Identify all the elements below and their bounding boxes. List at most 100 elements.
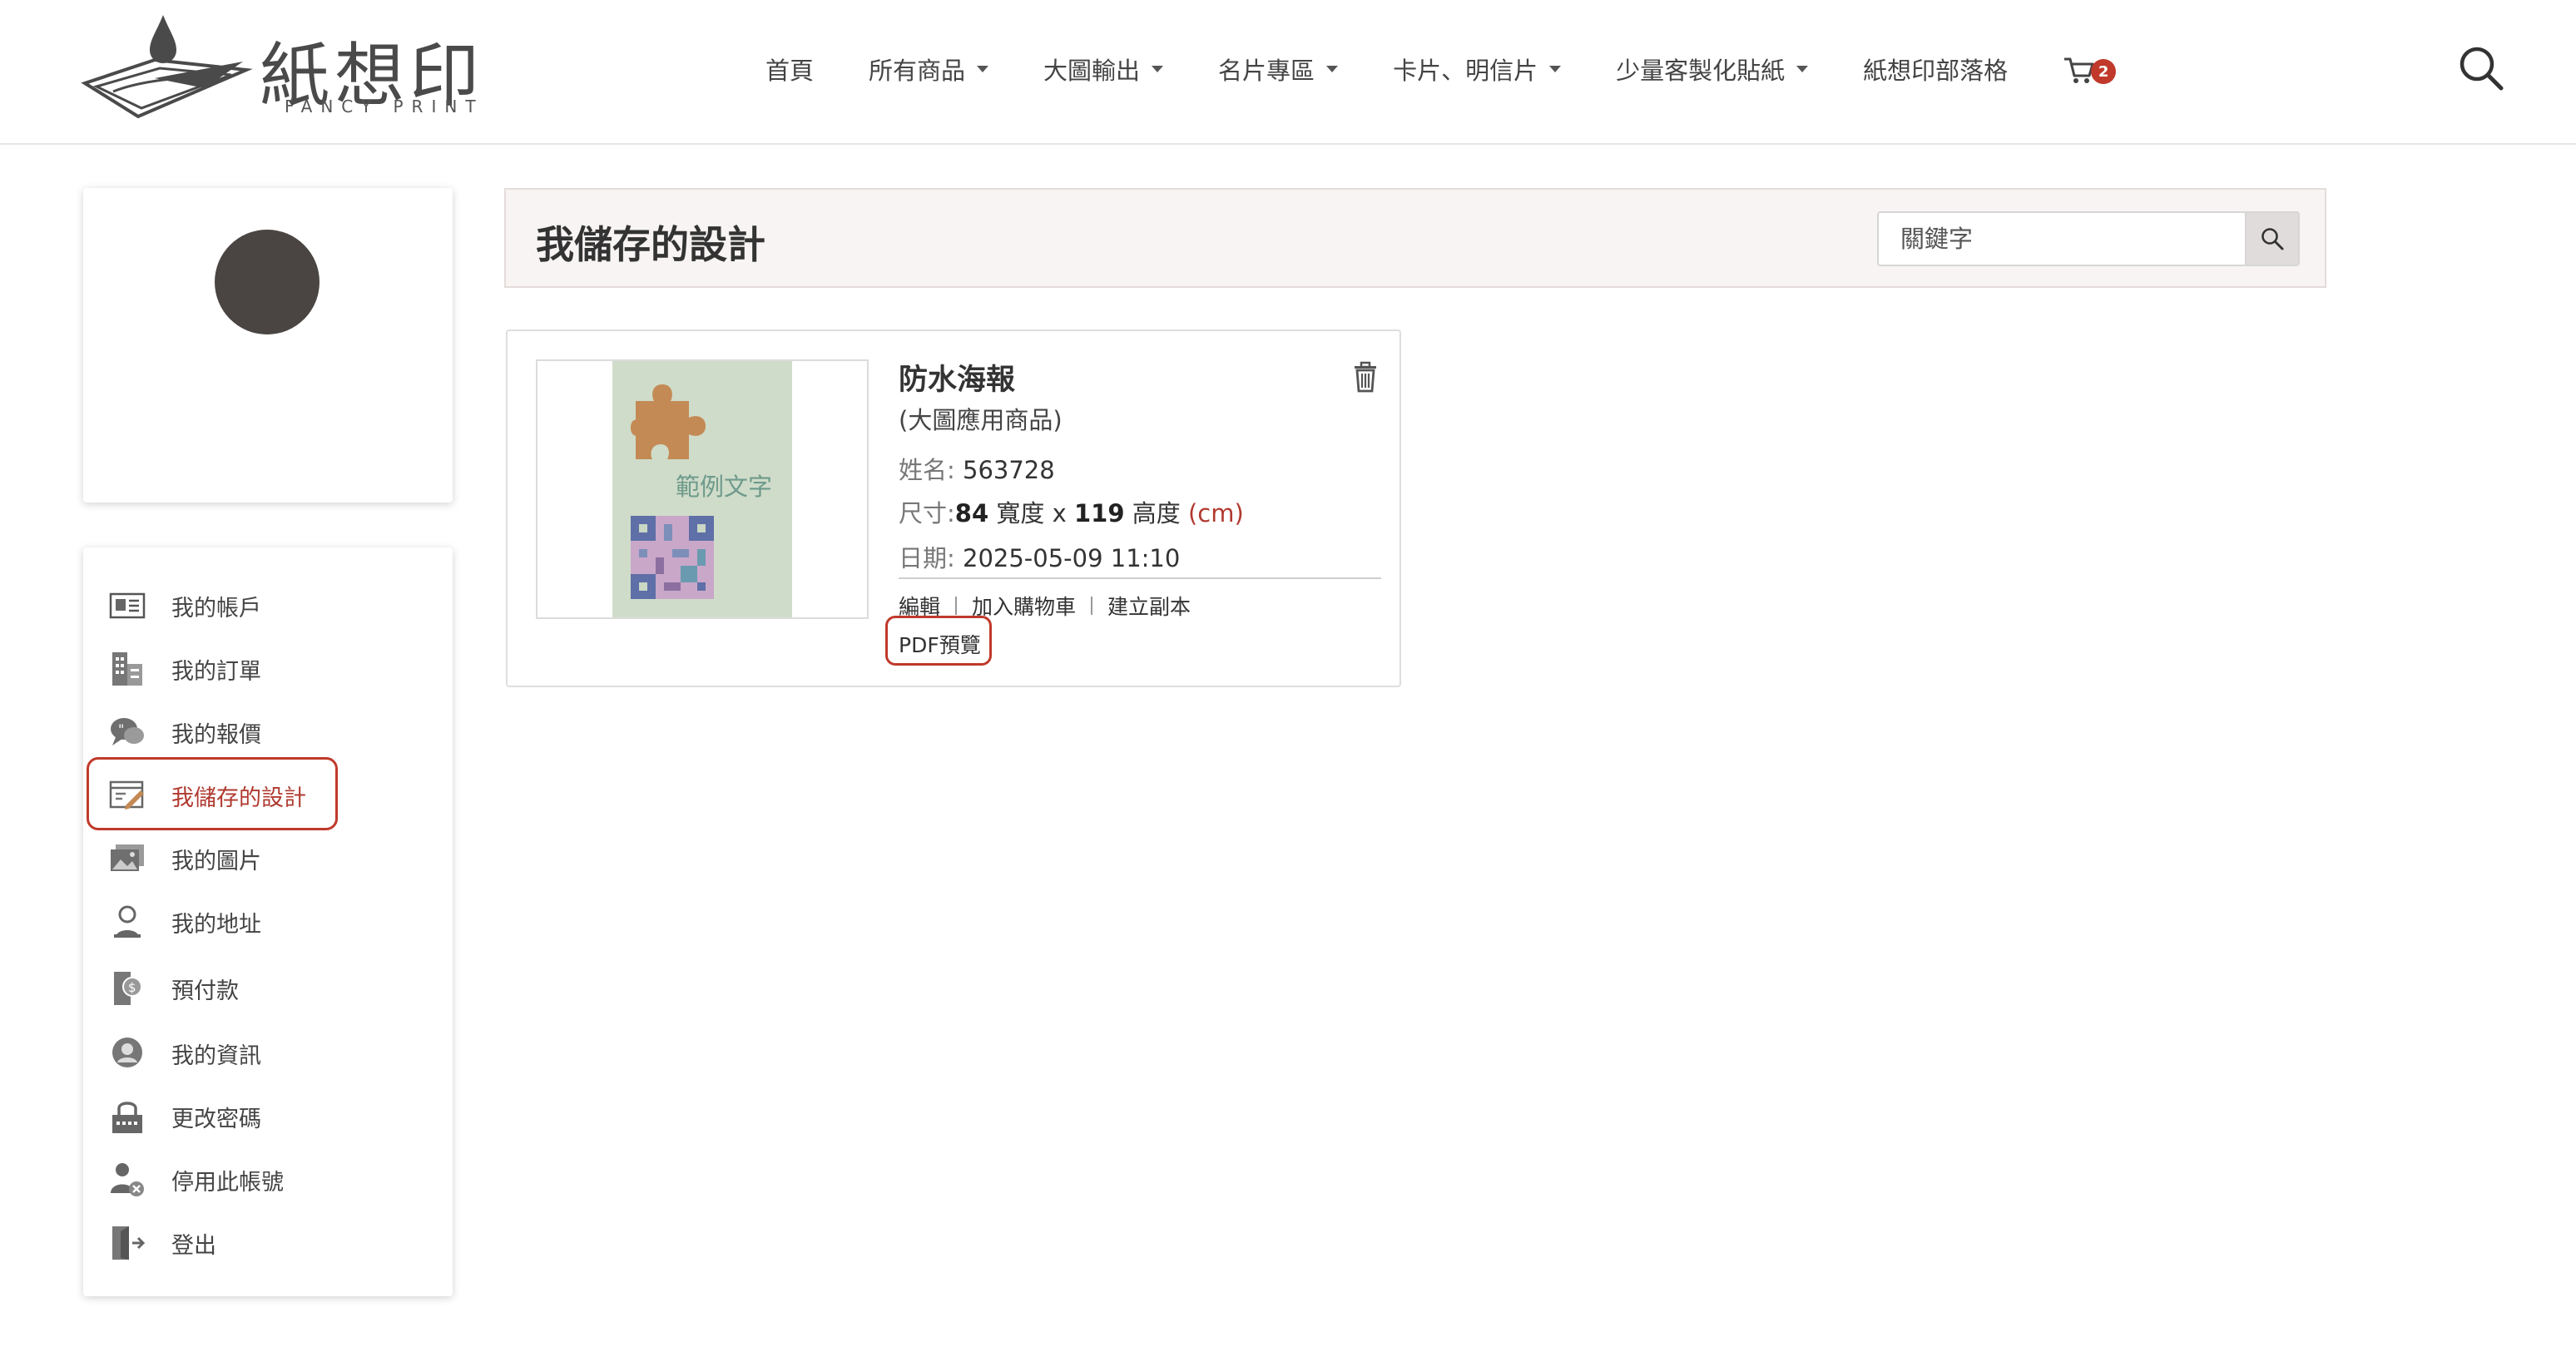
logo-subtitle: FANCY PRINT — [285, 97, 484, 116]
sidebar-item-label: 我的資訊 — [171, 1042, 261, 1069]
separator — [1091, 597, 1093, 615]
name-label: 姓名: — [899, 456, 955, 484]
poster-preview: 範例文字 — [612, 361, 792, 617]
sidebar-item-prepaid[interactable]: $ 預付款 — [108, 963, 239, 1013]
svg-text:": " — [118, 721, 124, 737]
caret-down-icon — [1152, 66, 1164, 72]
duplicate-link[interactable]: 建立副本 — [1107, 591, 1191, 621]
images-icon — [108, 839, 146, 878]
date-label: 日期: — [899, 544, 955, 572]
address-icon — [108, 903, 146, 941]
design-date-row: 日期: 2025-05-09 11:10 — [899, 539, 1180, 574]
design-category: (大圖應用商品) — [899, 406, 1063, 434]
sidebar-item-address[interactable]: 我的地址 — [108, 897, 261, 947]
design-thumbnail[interactable]: 範例文字 — [536, 359, 869, 619]
design-size-row: 尺寸:84 寬度 x 119 高度 (cm) — [899, 494, 1244, 529]
main-nav: 首頁 所有商品 大圖輸出 名片專區 卡片、明信片 少量客製化貼紙 紙想印部落格 … — [765, 48, 2117, 90]
nav-label: 首頁 — [765, 57, 815, 85]
logout-icon — [108, 1224, 146, 1262]
design-title: 防水海報 — [899, 364, 1016, 397]
prepaid-icon: $ — [108, 969, 146, 1008]
disable-account-icon — [108, 1161, 146, 1199]
sidebar-item-label: 我的地址 — [171, 911, 261, 938]
nav-label: 大圖輸出 — [1043, 57, 1141, 85]
qr-code-icon — [631, 516, 714, 599]
sidebar-item-label: 登出 — [171, 1232, 216, 1259]
sidebar-item-images[interactable]: 我的圖片 — [108, 834, 261, 884]
search-button[interactable] — [2245, 213, 2298, 265]
account-menu: 我的帳戶 我的訂單 " 我的報價 我儲存的設計 我的圖片 我的地址 $ 預付款 … — [83, 547, 453, 1296]
caret-down-icon — [1796, 66, 1809, 72]
svg-text:$: $ — [128, 980, 136, 995]
sidebar-item-label: 我儲存的設計 — [171, 785, 306, 811]
height-label: 高度 — [1132, 499, 1181, 527]
search-input[interactable] — [1879, 213, 2243, 265]
design-name-row: 姓名: 563728 — [899, 451, 1055, 486]
saved-design-card: 範例文字 防水海報 (大圖應用商品) 姓名: 563728 尺寸:84 寬度 x… — [506, 329, 1401, 687]
size-label: 尺寸: — [899, 499, 955, 527]
divider — [899, 577, 1381, 579]
nav-label: 卡片、明信片 — [1393, 57, 1538, 85]
search-icon — [2261, 228, 2284, 250]
sidebar-item-account[interactable]: 我的帳戶 — [108, 581, 261, 631]
sidebar-item-label: 更改密碼 — [171, 1106, 261, 1132]
avatar[interactable] — [215, 230, 320, 334]
sidebar-item-change-password[interactable]: 更改密碼 — [108, 1092, 261, 1141]
delete-design-button[interactable] — [1351, 361, 1380, 393]
header-search-button[interactable] — [2456, 43, 2506, 93]
sidebar-item-label: 停用此帳號 — [171, 1169, 284, 1196]
separator — [955, 597, 958, 615]
nav-label: 紙想印部落格 — [1863, 57, 2009, 85]
date-value: 2025-05-09 11:10 — [963, 544, 1181, 572]
sidebar-item-quotes[interactable]: " 我的報價 — [108, 707, 261, 757]
nav-label: 少量客製化貼紙 — [1616, 57, 1786, 85]
nav-home[interactable]: 首頁 — [765, 52, 814, 87]
logo-mark-icon — [81, 15, 253, 119]
nav-cards-postcards[interactable]: 卡片、明信片 — [1393, 52, 1562, 87]
name-value: 563728 — [963, 456, 1055, 484]
orders-icon — [108, 650, 146, 688]
quote-bubble-icon: " — [108, 713, 146, 751]
nav-custom-stickers[interactable]: 少量客製化貼紙 — [1616, 52, 1809, 87]
pdf-preview-link[interactable]: PDF預覽 — [899, 629, 981, 659]
sidebar-item-saved-designs[interactable]: 我儲存的設計 — [108, 770, 306, 820]
sidebar-item-label: 我的圖片 — [171, 848, 261, 874]
sidebar-item-label: 預付款 — [171, 978, 239, 1004]
page-title: 我儲存的設計 — [536, 222, 765, 267]
nav-large-format[interactable]: 大圖輸出 — [1043, 52, 1164, 87]
size-unit: (cm) — [1187, 499, 1244, 527]
width-label: 寬度 x — [996, 499, 1067, 527]
saved-design-icon — [108, 776, 146, 815]
sample-text: 範例文字 — [676, 473, 773, 501]
sidebar-item-label: 我的報價 — [171, 721, 261, 748]
nav-label: 名片專區 — [1218, 57, 1315, 85]
site-logo[interactable]: 紙想印 FANCY PRINT — [80, 12, 479, 120]
site-header: 紙想印 FANCY PRINT 首頁 所有商品 大圖輸出 名片專區 卡片、明信片… — [0, 0, 2576, 145]
nav-blog[interactable]: 紙想印部落格 — [1863, 52, 2008, 87]
cart-button[interactable]: 2 — [2063, 52, 2117, 86]
width-value: 84 — [954, 499, 989, 527]
sidebar-item-user-info[interactable]: 我的資訊 — [108, 1028, 261, 1078]
nav-label: 所有商品 — [869, 57, 966, 85]
caret-down-icon — [977, 66, 989, 72]
caret-down-icon — [1549, 66, 1562, 72]
lock-icon — [108, 1097, 146, 1136]
user-info-icon — [108, 1034, 146, 1072]
keyword-search — [1877, 211, 2300, 266]
sidebar-item-label: 我的訂單 — [171, 658, 261, 685]
trash-icon — [1355, 361, 1376, 393]
caret-down-icon — [1326, 66, 1339, 72]
add-to-cart-link[interactable]: 加入購物車 — [972, 591, 1076, 621]
cart-count-badge: 2 — [2091, 59, 2117, 84]
profile-card — [83, 188, 453, 503]
sidebar-item-disable-account[interactable]: 停用此帳號 — [108, 1155, 284, 1205]
page-title-bar: 我儲存的設計 — [504, 188, 2326, 288]
nav-all-products[interactable]: 所有商品 — [869, 52, 989, 87]
sidebar-item-label: 我的帳戶 — [171, 595, 261, 622]
sidebar-item-logout[interactable]: 登出 — [108, 1218, 216, 1268]
search-icon — [2460, 47, 2504, 91]
nav-business-cards[interactable]: 名片專區 — [1218, 52, 1339, 87]
sidebar-item-orders[interactable]: 我的訂單 — [108, 644, 261, 694]
puzzle-piece-icon — [631, 384, 706, 459]
height-value: 119 — [1073, 499, 1125, 527]
